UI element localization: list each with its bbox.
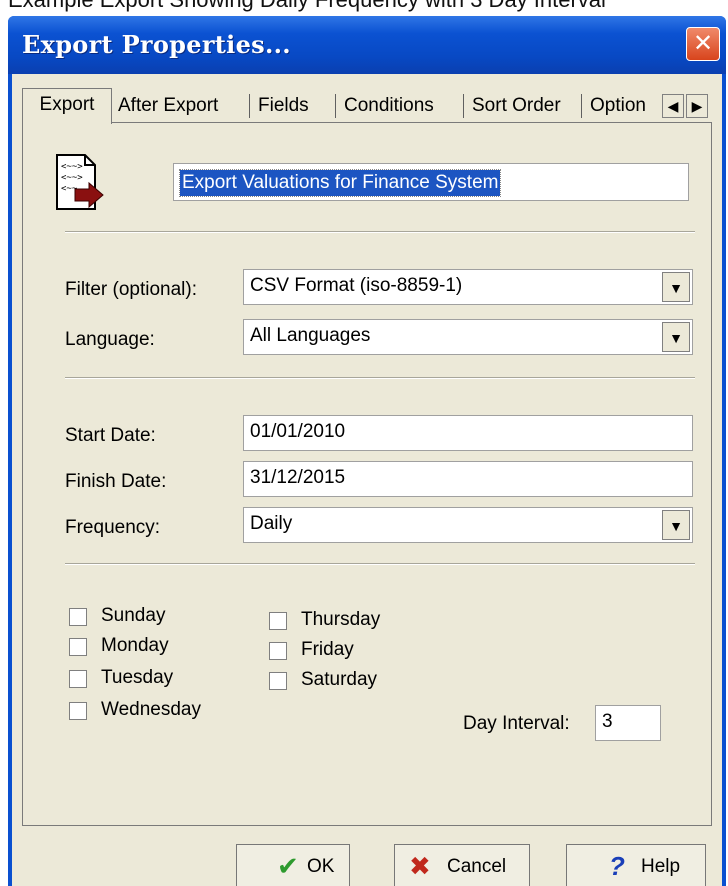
tab-separator (581, 94, 582, 118)
ok-button-label: OK (307, 856, 335, 877)
tab-fields-label: Fields (258, 95, 309, 116)
finish-date-value: 31/12/2015 (250, 467, 346, 488)
finish-date-label: Finish Date: (65, 471, 167, 492)
cancel-button-label: Cancel (447, 856, 507, 877)
export-document-icon: <~~> <~~> <~~ (56, 154, 104, 210)
checkbox-label: Saturday (301, 669, 378, 690)
cancel-x-icon: ✖ (409, 851, 431, 881)
help-button[interactable]: ? Help (566, 844, 706, 886)
day-interval-field[interactable]: 3 (595, 705, 661, 741)
language-select[interactable]: All Languages ▼ (243, 319, 693, 355)
start-date-label: Start Date: (65, 425, 156, 446)
checkbox-label: Wednesday (101, 699, 201, 720)
tab-export-label: Export (39, 94, 95, 115)
frequency-select[interactable]: Daily ▼ (243, 507, 693, 543)
day-interval-label: Day Interval: (463, 713, 570, 734)
checkbox-label: Friday (301, 639, 354, 660)
export-properties-dialog: Export Properties... ✕ Export After Expo… (8, 16, 726, 886)
frequency-label: Frequency: (65, 517, 161, 538)
tab-fields[interactable]: Fields (256, 92, 336, 122)
export-tab-panel: <~~> <~~> <~~ Export Valuations for Fina… (22, 122, 712, 826)
check-icon: ✔ (277, 851, 299, 881)
checkbox-box[interactable] (269, 642, 287, 660)
tab-conditions-label: Conditions (344, 95, 434, 116)
checkbox-box[interactable] (69, 702, 87, 720)
chevron-down-icon[interactable]: ▼ (662, 510, 690, 540)
start-date-value: 01/01/2010 (250, 421, 346, 442)
dialog-client: Export After Export Fields Conditions So… (12, 74, 722, 886)
tab-options[interactable]: Option (588, 92, 660, 122)
ok-button[interactable]: ✔ OK (236, 844, 350, 886)
checkbox-box[interactable] (69, 670, 87, 688)
tab-sort-order-label: Sort Order (472, 95, 561, 116)
divider (65, 563, 695, 565)
cancel-button[interactable]: ✖ Cancel (394, 844, 530, 886)
tab-separator (463, 94, 464, 118)
frequency-value: Daily (250, 513, 293, 534)
filter-value: CSV Format (iso-8859-1) (250, 275, 463, 296)
finish-date-field[interactable]: 31/12/2015 (243, 461, 693, 497)
background-caption-text: Example Export Showing Daily Frequency w… (8, 0, 606, 13)
help-icon: ? (609, 851, 625, 881)
tab-separator (335, 94, 336, 118)
checkbox-label: Thursday (301, 609, 381, 630)
title-bar: Export Properties... ✕ (8, 16, 726, 74)
checkbox-box[interactable] (69, 608, 87, 626)
tab-scroll-left-icon[interactable]: ◀ (662, 94, 684, 118)
filter-select[interactable]: CSV Format (iso-8859-1) ▼ (243, 269, 693, 305)
tab-separator (249, 94, 250, 118)
tab-after-export-label: After Export (118, 95, 219, 116)
svg-text:<~~>: <~~> (61, 162, 83, 172)
tab-sort-order[interactable]: Sort Order (470, 92, 582, 122)
checkbox-box[interactable] (269, 612, 287, 630)
checkbox-box[interactable] (69, 638, 87, 656)
export-name-field[interactable]: Export Valuations for Finance System (173, 163, 689, 201)
chevron-down-icon[interactable]: ▼ (662, 322, 690, 352)
tab-scroll-right-icon[interactable]: ▶ (686, 94, 708, 118)
checkbox-box[interactable] (269, 672, 287, 690)
checkbox-label: Sunday (101, 605, 166, 626)
chevron-down-icon[interactable]: ▼ (662, 272, 690, 302)
day-interval-value: 3 (602, 711, 613, 732)
tab-export[interactable]: Export (22, 88, 112, 124)
window-title: Export Properties... (22, 30, 291, 59)
checkbox-label: Tuesday (101, 667, 174, 688)
language-value: All Languages (250, 325, 371, 346)
export-name-text: Export Valuations for Finance System (178, 169, 502, 197)
close-button[interactable]: ✕ (686, 27, 720, 61)
tab-strip: Export After Export Fields Conditions So… (22, 88, 712, 124)
divider (65, 377, 695, 379)
tab-conditions[interactable]: Conditions (342, 92, 464, 122)
filter-label: Filter (optional): (65, 279, 197, 300)
tab-after-export[interactable]: After Export (116, 92, 250, 122)
divider (65, 231, 695, 233)
svg-text:<~~>: <~~> (61, 173, 83, 183)
help-button-label: Help (641, 856, 681, 877)
language-label: Language: (65, 329, 155, 350)
checkbox-label: Monday (101, 635, 169, 656)
start-date-field[interactable]: 01/01/2010 (243, 415, 693, 451)
tab-options-label: Option (590, 95, 646, 116)
